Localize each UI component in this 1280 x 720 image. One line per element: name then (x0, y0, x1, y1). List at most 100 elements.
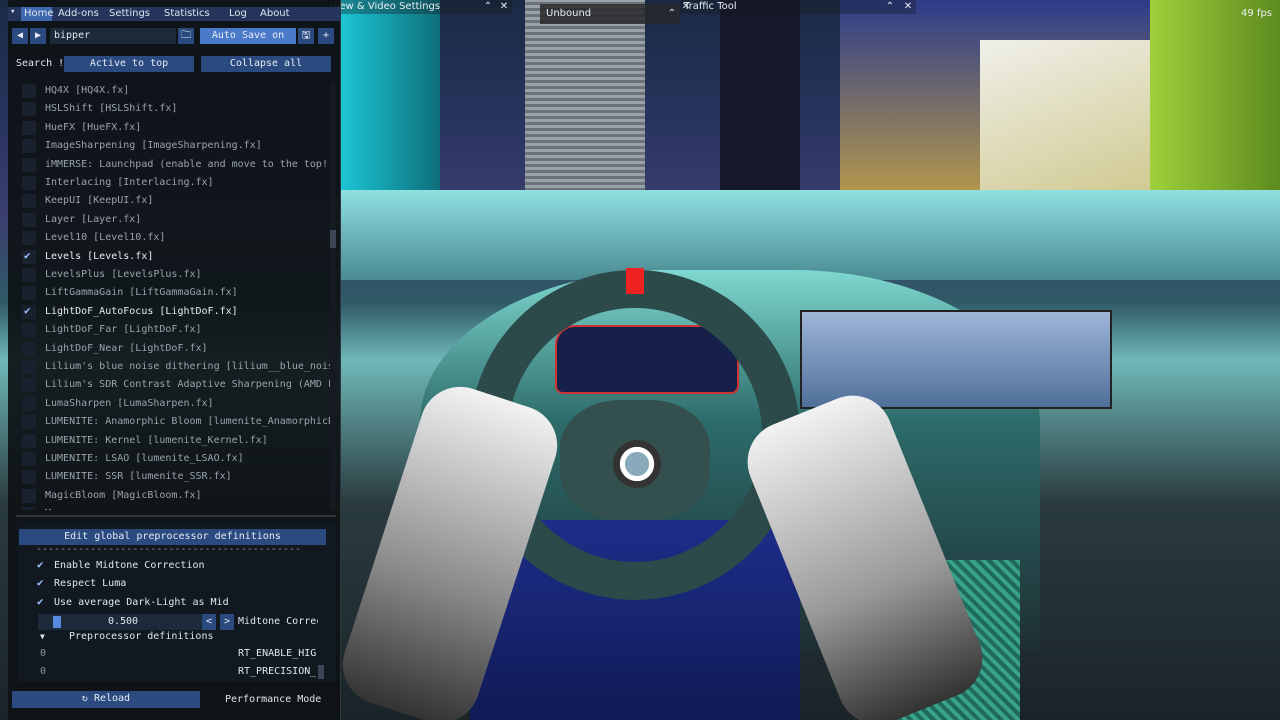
save-icon[interactable]: 🖫 (298, 28, 314, 44)
menu-home[interactable]: Home (21, 7, 54, 21)
effects-list[interactable]: HQ4X [HQ4X.fx] HSLShift [HSLShift.fx] HueF… (16, 82, 332, 510)
midtone-correction-slider[interactable]: 0.500 (38, 614, 208, 630)
expand-arrow-icon[interactable]: ▼ (40, 630, 45, 644)
effect-checkbox[interactable] (22, 157, 36, 172)
effect-label[interactable]: LevelsPlus [LevelsPlus.fx] (45, 268, 202, 282)
define-value[interactable]: 0 (40, 647, 46, 661)
effect-checkbox[interactable] (22, 323, 36, 338)
performance-mode-toggle[interactable]: Performance Mode (225, 693, 321, 707)
folder-icon[interactable]: 🗀 (178, 28, 194, 44)
effect-label[interactable]: LUMENITE: LSAO [lumenite_LSAO.fx] (45, 452, 244, 466)
effect-row[interactable]: LUMENITE: SSR [lumenite_SSR.fx] (16, 468, 332, 486)
effect-row[interactable]: LumaSharpen [LumaSharpen.fx] (16, 395, 332, 413)
search-label[interactable]: Search ! (16, 57, 64, 71)
effect-checkbox[interactable] (22, 139, 36, 154)
close-icon[interactable]: ✕ (902, 0, 914, 14)
effect-label[interactable]: HueFX [HueFX.fx] (45, 121, 141, 135)
effect-checkbox[interactable] (22, 249, 36, 264)
menu-about[interactable]: About (257, 7, 293, 21)
effect-label[interactable]: HSLShift [HSLShift.fx] (45, 102, 177, 116)
effect-label[interactable]: MagicBloom [MagicBloom.fx] (45, 489, 202, 503)
effect-label[interactable]: iMMERSE: Launchpad (enable and move to t… (45, 158, 332, 172)
effect-checkbox[interactable] (22, 268, 36, 282)
effect-row[interactable]: Layer [Layer.fx] (16, 211, 332, 229)
effect-label[interactable]: Interlacing [Interlacing.fx] (45, 176, 214, 190)
effect-row[interactable]: HueFX [HueFX.fx] (16, 119, 332, 137)
define-name[interactable]: RT_ENABLE_HIGH (238, 647, 316, 661)
effect-checkbox[interactable] (22, 415, 36, 430)
effect-label[interactable]: LUMENITE: Kernel [lumenite_Kernel.fx] (45, 434, 268, 448)
effect-row[interactable]: LUMENITE: Anamorphic Bloom [lumenite_Ana… (16, 413, 332, 431)
effect-checkbox[interactable] (22, 304, 36, 319)
effect-label[interactable]: M... (45, 507, 69, 510)
checkbox-average-dark-light[interactable] (36, 595, 50, 610)
effect-label[interactable]: LightDoF_Near [LightDoF.fx] (45, 342, 208, 356)
define-name[interactable]: RT_PRECISION_L (238, 665, 316, 679)
effect-checkbox[interactable] (22, 120, 36, 135)
effect-row[interactable]: KeepUI [KeepUI.fx] (16, 192, 332, 210)
effect-checkbox[interactable] (22, 102, 36, 117)
effect-label[interactable]: LUMENITE: SSR [lumenite_SSR.fx] (45, 470, 232, 484)
reload-button[interactable]: ↻ Reload (12, 691, 200, 708)
window-collapse-icon[interactable]: ▾ (10, 7, 15, 17)
effect-row[interactable]: LightDoF_Near [LightDoF.fx] (16, 340, 332, 358)
effect-row[interactable]: iMMERSE: Launchpad (enable and move to t… (16, 156, 332, 174)
increment-button[interactable]: > (220, 614, 234, 630)
effect-label[interactable]: LightDoF_AutoFocus [LightDoF.fx] (45, 305, 238, 319)
collapse-icon[interactable]: ⌃ (482, 0, 494, 14)
effect-label[interactable]: LUMENITE: Anamorphic Bloom [lumenite_Ana… (45, 415, 332, 429)
define-value[interactable]: 0 (40, 665, 46, 679)
checkbox-enable-midtone[interactable] (36, 558, 50, 573)
next-preset-button[interactable]: ▶ (30, 28, 46, 44)
effect-row[interactable]: MagicBloom [MagicBloom.fx] (16, 487, 332, 505)
effect-label[interactable]: Lilium's blue noise dithering [lilium__b… (45, 360, 332, 374)
effect-row[interactable]: LUMENITE: LSAO [lumenite_LSAO.fx] (16, 450, 332, 468)
auto-save-button[interactable]: Auto Save on (200, 28, 296, 44)
decrement-button[interactable]: < (202, 614, 216, 630)
effect-checkbox[interactable] (22, 396, 36, 411)
traffic-tool-titlebar[interactable]: ✕ Traffic Tool ⌃ ✕ (680, 0, 916, 14)
effect-label[interactable]: LumaSharpen [LumaSharpen.fx] (45, 397, 214, 411)
effect-row[interactable]: Lilium's blue noise dithering [lilium__b… (16, 358, 332, 376)
checkbox-respect-luma[interactable] (36, 576, 50, 591)
effect-checkbox[interactable] (22, 341, 36, 356)
effect-checkbox[interactable] (22, 470, 36, 485)
effect-checkbox[interactable] (22, 84, 36, 98)
effect-checkbox[interactable] (22, 507, 36, 510)
menu-statistics[interactable]: Statistics (161, 7, 223, 21)
effect-checkbox[interactable] (22, 286, 36, 301)
effect-label[interactable]: LightDoF_Far [LightDoF.fx] (45, 323, 202, 337)
active-to-top-button[interactable]: Active to top (64, 56, 194, 72)
effect-row[interactable]: Interlacing [Interlacing.fx] (16, 174, 332, 192)
view-video-settings-titlebar[interactable]: View & Video Settings ⌃ ✕ (326, 0, 512, 14)
effect-checkbox[interactable] (22, 488, 36, 503)
add-preset-button[interactable]: + (318, 28, 334, 44)
collapse-icon[interactable]: ⌃ (884, 0, 896, 14)
effect-label[interactable]: ImageSharpening [ImageSharpening.fx] (45, 139, 262, 153)
effect-row[interactable]: HQ4X [HQ4X.fx] (16, 82, 332, 100)
menu-log[interactable]: Log (226, 7, 254, 21)
close-icon[interactable]: ✕ (498, 0, 510, 14)
effect-checkbox[interactable] (22, 194, 36, 209)
effect-label[interactable]: HQ4X [HQ4X.fx] (45, 84, 129, 98)
effect-checkbox[interactable] (22, 176, 36, 190)
effect-checkbox[interactable] (22, 433, 36, 448)
collapse-all-button[interactable]: Collapse all (201, 56, 331, 72)
effect-label[interactable]: Layer [Layer.fx] (45, 213, 141, 227)
preprocessor-tree-label[interactable]: Preprocessor definitions (69, 630, 214, 644)
effect-row[interactable]: Levels [Levels.fx] (16, 248, 332, 266)
effect-checkbox[interactable] (22, 212, 36, 227)
effect-row[interactable]: HSLShift [HSLShift.fx] (16, 100, 332, 118)
effect-row[interactable]: Lilium's SDR Contrast Adaptive Sharpenin… (16, 376, 332, 394)
effect-checkbox[interactable] (22, 378, 36, 393)
collapse-icon[interactable]: ⌃ (666, 4, 678, 24)
effect-row[interactable]: ImageSharpening [ImageSharpening.fx] (16, 137, 332, 155)
effect-row[interactable]: LUMENITE: Kernel [lumenite_Kernel.fx] (16, 432, 332, 450)
effect-row[interactable]: LiftGammaGain [LiftGammaGain.fx] (16, 284, 332, 302)
effect-row[interactable]: LightDoF_AutoFocus [LightDoF.fx] (16, 303, 332, 321)
unbound-titlebar[interactable]: Unbound ⌃ (540, 4, 680, 24)
effect-label[interactable]: Level10 [Level10.fx] (45, 231, 165, 245)
scrollbar-thumb[interactable] (330, 230, 336, 248)
effect-label[interactable]: Levels [Levels.fx] (45, 250, 153, 264)
effect-row[interactable]: M... (16, 505, 332, 510)
